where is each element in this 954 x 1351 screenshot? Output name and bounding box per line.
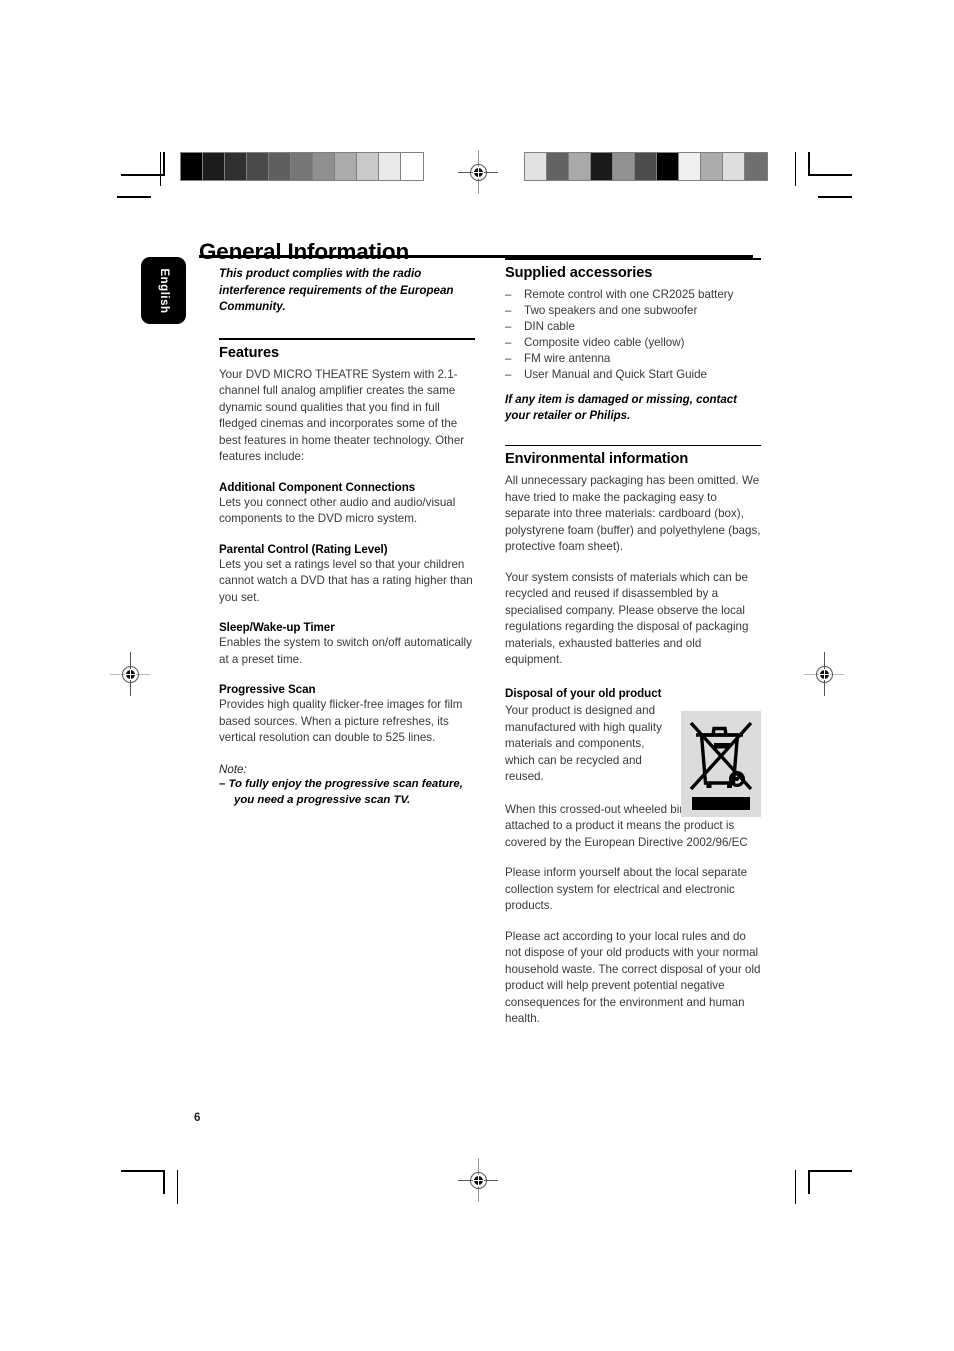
disposal-intro-block: Disposal of your old product Your produc… [505,686,673,786]
features-intro: Your DVD MICRO THEATRE System with 2.1-c… [219,367,465,464]
feature-body-additional-component-connections: Lets you connect other audio and audio/v… [219,495,456,526]
page-title: General Information [199,239,409,265]
list-item: – Composite video cable (yellow) [505,335,761,351]
list-item: – DIN cable [505,319,761,335]
disposal-paragraph-2: Please inform yourself about the local s… [505,866,748,913]
dash-bullet-icon: – [505,319,512,333]
left-column: This product complies with the radio int… [219,266,475,808]
supplied-accessories-heading: Supplied accessories [505,264,653,281]
feature-heading-additional-component-connections: Additional Component Connections [219,480,416,494]
supplied-accessories-list: – Remote control with one CR2025 battery … [505,287,761,384]
list-item-label: FM wire antenna [524,351,611,365]
note-item-progressive-scan-tv: – To fully enjoy the progressive scan fe… [219,777,463,806]
note-label: Note: [219,762,247,776]
list-item-label: User Manual and Quick Start Guide [524,368,708,382]
dash-bullet-icon: – [505,351,512,365]
list-item: – Remote control with one CR2025 battery [505,287,761,303]
dash-bullet-icon: – [505,287,512,301]
environmental-information-paragraph-1: All unnecessary packaging has been omitt… [505,474,761,554]
language-tab-label: English [157,267,170,314]
list-item-label: DIN cable [524,319,575,333]
language-tab-english: English [141,257,186,324]
feature-body-parental-control: Lets you set a ratings level so that you… [219,557,473,604]
crossed-out-wheeled-bin-icon [681,710,761,817]
feature-body-progressive-scan: Provides high quality flicker-free image… [219,698,463,744]
list-item: – FM wire antenna [505,351,761,367]
compliance-statement: This product complies with the radio int… [219,267,454,314]
environmental-information-heading: Environmental information [505,451,689,468]
list-item-label: Two speakers and one subwoofer [524,303,698,317]
page-number: 6 [194,1112,201,1124]
disposal-intro: Your product is designed and manufacture… [505,704,662,784]
supplied-accessories-section-rule [505,258,761,260]
dash-bullet-icon: – [505,368,512,382]
feature-heading-parental-control: Parental Control (Rating Level) [219,542,388,556]
feature-body-sleep-wake-up-timer: Enables the system to switch on/off auto… [219,636,472,666]
right-column: Supplied accessories – Remote control wit… [505,258,761,1028]
feature-heading-sleep-wake-up-timer: Sleep/Wake-up Timer [219,621,335,634]
features-heading: Features [219,344,280,361]
list-item-label: Remote control with one CR2025 battery [524,287,734,301]
list-item-label: Composite video cable (yellow) [524,335,685,349]
disposal-section: Disposal of your old product Your produc… [505,686,761,1028]
dash-bullet-icon: – [505,335,512,349]
document-page: English General Information This product… [0,0,954,1351]
environmental-information-paragraph-2: Your system consists of materials which … [505,570,749,667]
list-item: – Two speakers and one subwoofer [505,303,761,319]
supplied-accessories-notice: If any item is damaged or missing, conta… [505,394,737,423]
disposal-paragraph-3: Please act according to your local rules… [505,929,761,1026]
list-item: – User Manual and Quick Start Guide [505,367,761,383]
environmental-information-section-rule [505,444,761,447]
features-section-rule [219,338,475,340]
feature-heading-progressive-scan: Progressive Scan [219,683,316,696]
disposal-heading: Disposal of your old product [505,686,662,700]
dash-bullet-icon: – [505,303,512,317]
